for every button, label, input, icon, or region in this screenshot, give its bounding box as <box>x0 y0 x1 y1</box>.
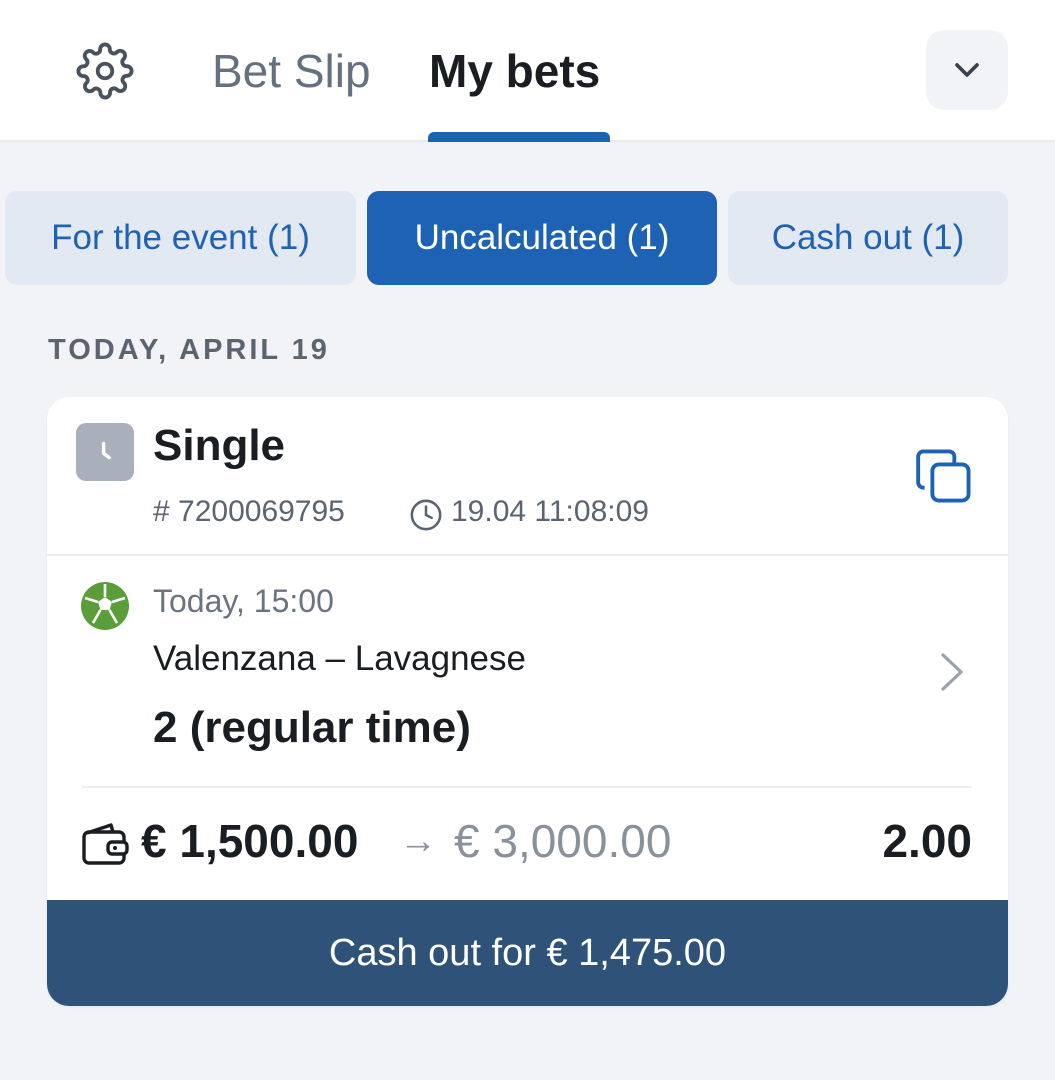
tab-my-bets[interactable]: My bets <box>429 40 600 102</box>
divider <box>47 554 1008 556</box>
bet-id: # 7200069795 <box>153 495 345 528</box>
bet-type: Single <box>153 421 286 470</box>
divider <box>82 786 972 788</box>
filter-cash-out[interactable]: Cash out (1) <box>728 191 1008 285</box>
bet-placed-time: 19.04 11:08:09 <box>451 495 649 528</box>
gear-icon[interactable] <box>76 42 134 100</box>
date-group-label: TODAY, APRIL 19 <box>48 334 330 366</box>
filter-uncalculated[interactable]: Uncalculated (1) <box>367 191 717 285</box>
odds-value: 2.00 <box>882 815 972 867</box>
football-icon <box>80 581 130 631</box>
bet-selection: 2 (regular time) <box>153 703 471 752</box>
chevron-right-icon[interactable] <box>937 649 967 695</box>
cash-out-button[interactable]: Cash out for € 1,475.00 <box>47 900 1008 1006</box>
wallet-icon <box>81 821 129 867</box>
header: Bet Slip My bets <box>0 0 1055 142</box>
active-tab-indicator <box>428 132 610 142</box>
tab-bet-slip[interactable]: Bet Slip <box>212 40 371 102</box>
chevron-down-icon <box>955 63 979 77</box>
collapse-button[interactable] <box>926 30 1008 110</box>
event-time: Today, 15:00 <box>153 583 334 619</box>
event-name[interactable]: Valenzana – Lavagnese <box>153 639 526 679</box>
stake-amount: € 1,500.00 <box>141 815 359 867</box>
arrow-right-icon: → <box>399 820 437 862</box>
bet-card: Single # 7200069795 19.04 11:08:09 Today <box>47 397 1008 1006</box>
clock-icon <box>76 423 134 481</box>
potential-payout: € 3,000.00 <box>454 815 672 867</box>
clock-icon <box>409 498 443 532</box>
filter-for-the-event[interactable]: For the event (1) <box>5 191 356 285</box>
copy-icon[interactable] <box>913 445 975 507</box>
